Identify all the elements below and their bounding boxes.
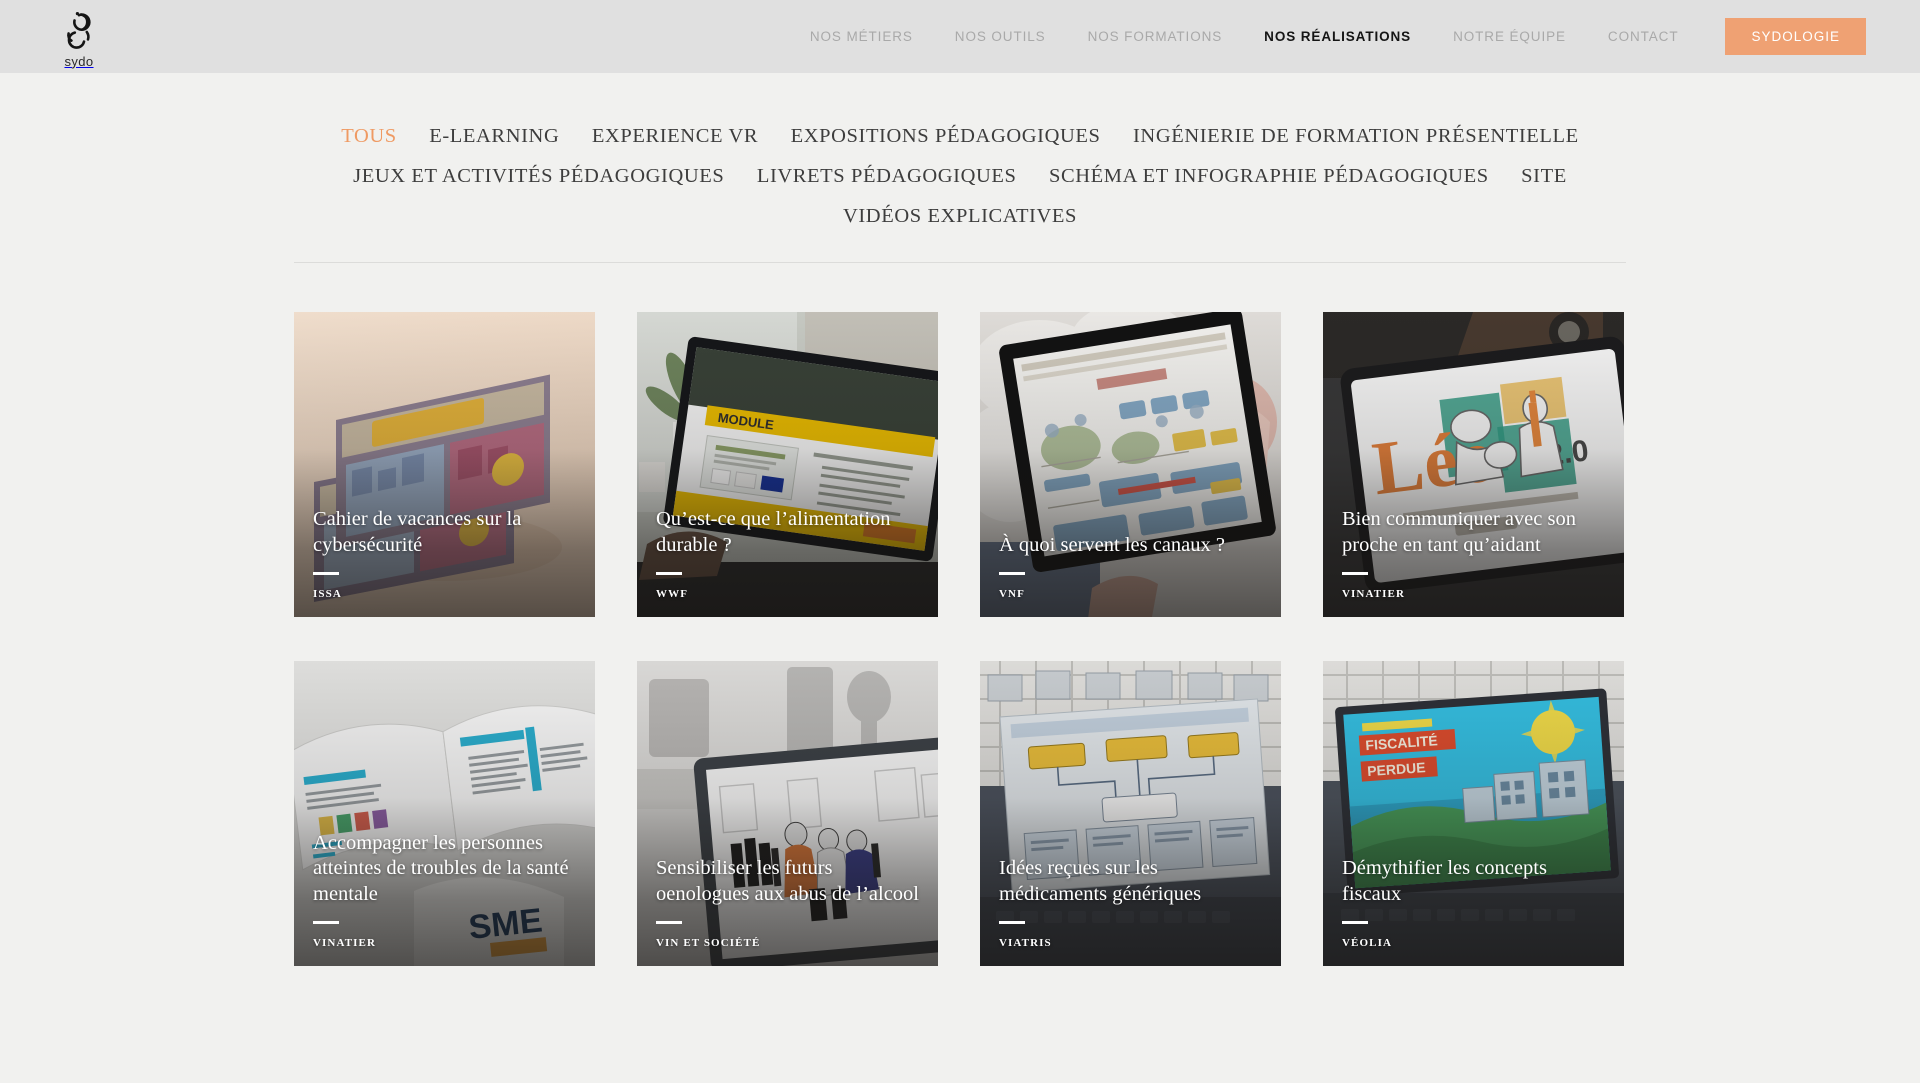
project-card[interactable]: MODULE <box>637 312 938 617</box>
project-card[interactable]: À quoi servent les canaux ? VNF <box>980 312 1281 617</box>
card-content: Qu’est-ce que l’alimentation durable ? W… <box>656 507 922 600</box>
title-divider <box>313 572 339 575</box>
filter-row-1: TOUS E-LEARNING EXPERIENCE VR EXPOSITION… <box>294 117 1626 157</box>
filter-tous[interactable]: TOUS <box>341 125 397 147</box>
title-divider <box>999 921 1025 924</box>
filter-site[interactable]: SITE <box>1521 165 1567 187</box>
filter-jeux-activites-pedagogiques[interactable]: JEUX ET ACTIVITÉS PÉDAGOGIQUES <box>353 165 724 187</box>
project-card[interactable]: Sensibiliser les futurs oenologues aux a… <box>637 661 938 966</box>
nav-item-nos-metiers[interactable]: NOS MÉTIERS <box>789 29 934 44</box>
project-title: Démythifier les concepts fiscaux <box>1342 857 1547 906</box>
filter-expositions-pedagogiques[interactable]: EXPOSITIONS PÉDAGOGIQUES <box>791 125 1101 147</box>
card-content: À quoi servent les canaux ? VNF <box>999 533 1265 600</box>
project-client: ISSA <box>313 588 342 600</box>
project-card[interactable]: SME Accompagner les personnes atteintes … <box>294 661 595 966</box>
project-title: Sensibiliser les futurs oenologues aux a… <box>656 857 920 906</box>
card-content: Accompagner les personnes atteintes de t… <box>313 831 579 949</box>
project-client: VINATIER <box>313 937 376 949</box>
project-client: VÉOLIA <box>1342 937 1392 949</box>
project-card[interactable]: Léo 2.0 Bien communi <box>1323 312 1624 617</box>
filter-row-2: JEUX ET ACTIVITÉS PÉDAGOGIQUES LIVRETS P… <box>294 157 1626 237</box>
filter-livrets-pedagogiques[interactable]: LIVRETS PÉDAGOGIQUES <box>757 165 1017 187</box>
sydologie-button[interactable]: SYDOLOGIE <box>1725 18 1866 55</box>
title-divider <box>313 921 339 924</box>
project-title: À quoi servent les canaux ? <box>999 534 1225 557</box>
category-filter-bar: TOUS E-LEARNING EXPERIENCE VR EXPOSITION… <box>294 117 1626 263</box>
filter-videos-explicatives[interactable]: VIDÉOS EXPLICATIVES <box>843 205 1077 227</box>
project-client: VIATRIS <box>999 937 1052 949</box>
title-divider <box>1342 921 1368 924</box>
sydo-logo-icon <box>67 11 91 49</box>
project-grid: Cahier de vacances sur la cybersécurité … <box>294 263 1626 966</box>
title-divider <box>656 572 682 575</box>
project-card[interactable]: FISCALITÉ PERDUE Démythifier les concept… <box>1323 661 1624 966</box>
brand-wordmark: sydo <box>64 53 94 69</box>
project-client: VNF <box>999 588 1025 600</box>
site-header: sydo NOS MÉTIERS NOS OUTILS NOS FORMATIO… <box>0 0 1920 73</box>
filter-experience-vr[interactable]: EXPERIENCE VR <box>592 125 758 147</box>
nav-item-contact[interactable]: CONTACT <box>1587 29 1700 44</box>
filter-schema-infographie-pedagogiques[interactable]: SCHÉMA ET INFOGRAPHIE PÉDAGOGIQUES <box>1049 165 1489 187</box>
card-content: Démythifier les concepts fiscaux VÉOLIA <box>1342 856 1608 949</box>
project-title: Cahier de vacances sur la cybersécurité <box>313 508 522 557</box>
card-content: Sensibiliser les futurs oenologues aux a… <box>656 856 922 949</box>
card-content: Idées reçues sur les médicaments génériq… <box>999 856 1265 949</box>
card-content: Bien communiquer avec son proche en tant… <box>1342 507 1608 600</box>
filter-ingenierie-formation-presentielle[interactable]: INGÉNIERIE DE FORMATION PRÉSENTIELLE <box>1133 125 1579 147</box>
filter-e-learning[interactable]: E-LEARNING <box>429 125 559 147</box>
nav-item-nos-outils[interactable]: NOS OUTILS <box>934 29 1067 44</box>
project-title: Bien communiquer avec son proche en tant… <box>1342 508 1576 557</box>
main-navigation: NOS MÉTIERS NOS OUTILS NOS FORMATIONS NO… <box>789 18 1866 55</box>
title-divider <box>999 572 1025 575</box>
project-title: Idées reçues sur les médicaments génériq… <box>999 857 1202 906</box>
card-content: Cahier de vacances sur la cybersécurité … <box>313 507 579 600</box>
nav-item-nos-formations[interactable]: NOS FORMATIONS <box>1067 29 1244 44</box>
project-client: VIN ET SOCIÉTÉ <box>656 937 761 949</box>
title-divider <box>656 921 682 924</box>
project-title: Qu’est-ce que l’alimentation durable ? <box>656 508 891 557</box>
project-title: Accompagner les personnes atteintes de t… <box>313 831 569 906</box>
project-card[interactable]: Cahier de vacances sur la cybersécurité … <box>294 312 595 617</box>
brand-logo-link[interactable]: sydo <box>44 11 114 69</box>
project-card[interactable]: Idées reçues sur les médicaments génériq… <box>980 661 1281 966</box>
nav-item-nos-realisations[interactable]: NOS RÉALISATIONS <box>1243 29 1432 44</box>
filter-section: TOUS E-LEARNING EXPERIENCE VR EXPOSITION… <box>0 73 1920 263</box>
title-divider <box>1342 572 1368 575</box>
nav-item-notre-equipe[interactable]: NOTRE ÉQUIPE <box>1432 29 1587 44</box>
project-client: WWF <box>656 588 689 600</box>
project-client: VINATIER <box>1342 588 1405 600</box>
